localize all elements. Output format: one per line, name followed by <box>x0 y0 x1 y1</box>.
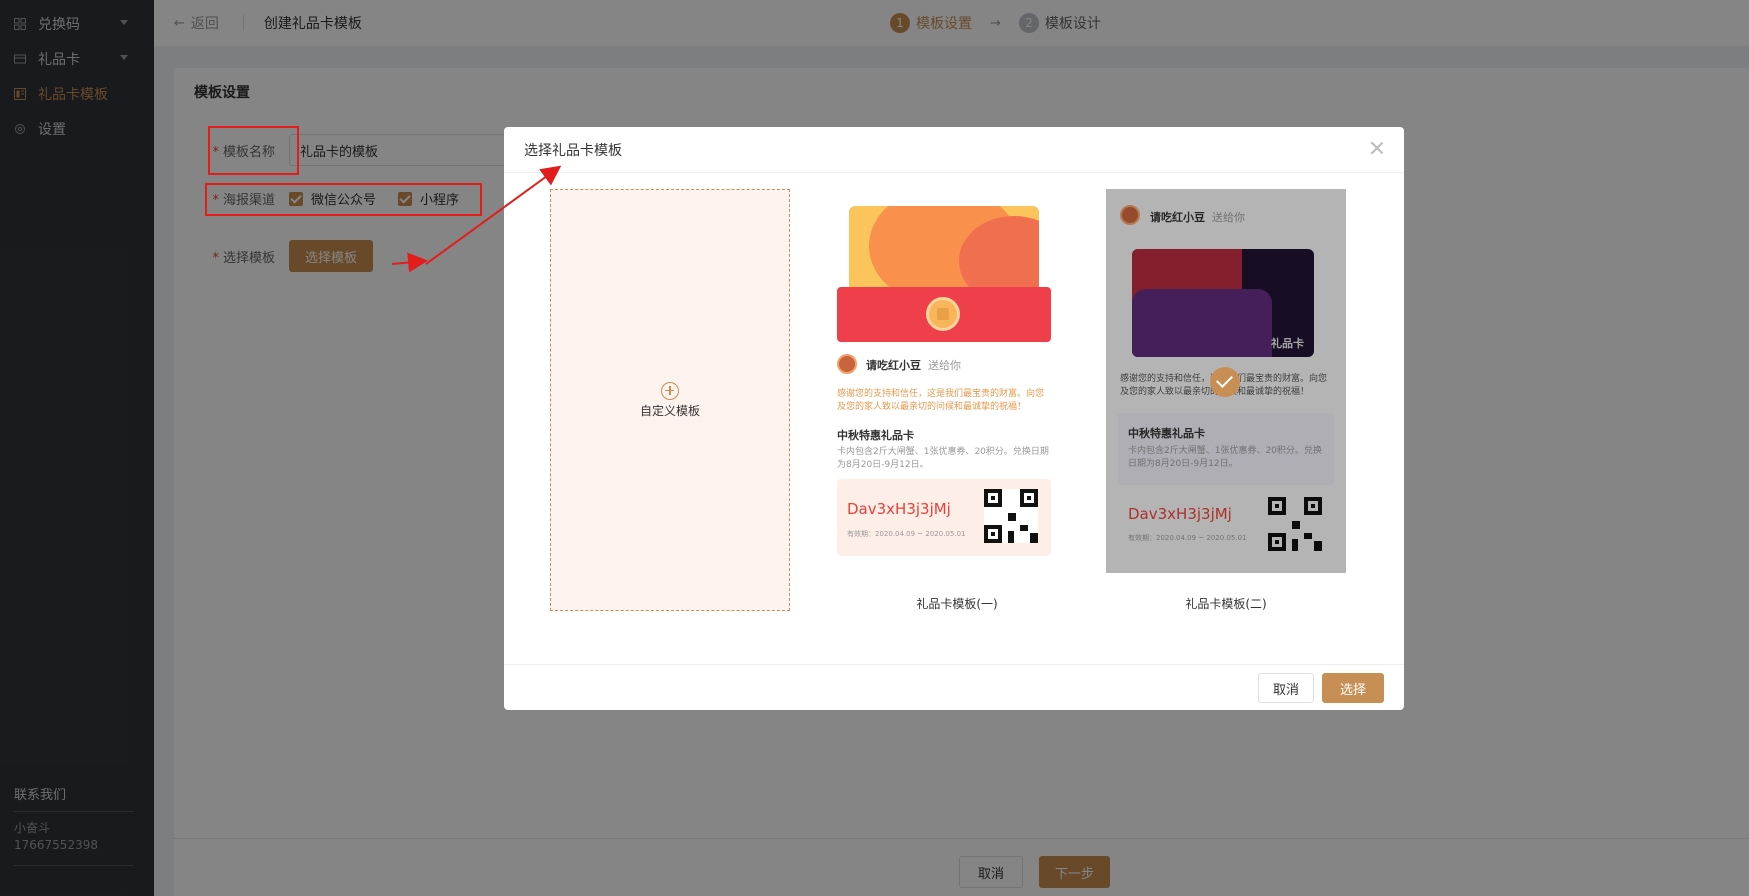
dialog-cancel-button[interactable]: 取消 <box>1257 673 1314 703</box>
template-card-2[interactable]: 请吃红小豆 送给你 礼品卡 感谢您的支持和信任，这是我们最宝贵的财富。向您及您的… <box>1106 189 1346 573</box>
card-title: 中秋特惠礼品卡 <box>837 429 914 442</box>
validity-period: 有效期：2020.04.09 ~ 2020.05.01 <box>847 530 966 538</box>
plus-circle-icon <box>661 381 679 400</box>
check-icon <box>1210 367 1240 397</box>
dialog-footer: 取消 选择 <box>504 664 1404 710</box>
qr-dot <box>1008 531 1014 543</box>
coin-icon <box>926 297 960 331</box>
annotation-box-poster-channel <box>205 183 482 216</box>
qr-dot <box>1008 513 1016 521</box>
sender-name: 请吃红小豆 <box>866 359 921 372</box>
dialog-select-button[interactable]: 选择 <box>1321 673 1384 703</box>
template-card-1[interactable]: 请吃红小豆 送给你 感谢您的支持和信任，这是我们最宝贵的财富。向您及您的家人致以… <box>837 189 1077 573</box>
qr-finder <box>1020 489 1038 507</box>
qr-dot <box>1030 533 1038 543</box>
card-artwork <box>849 206 1039 296</box>
send-text: 送给你 <box>928 359 961 372</box>
qr-dot <box>1020 525 1028 531</box>
template-name-2: 礼品卡模板(二) <box>1185 597 1267 611</box>
greeting-message: 感谢您的支持和信任，这是我们最宝贵的财富。向您及您的家人致以最亲切的问候和最诚挚… <box>837 389 1045 412</box>
annotation-box-template-name <box>208 126 299 175</box>
dialog-header: 选择礼品卡模板 <box>504 127 1404 173</box>
avatar <box>837 354 857 374</box>
template-name-1: 礼品卡模板(一) <box>916 597 998 611</box>
custom-template-label: 自定义模板 <box>639 403 700 418</box>
qr-code-icon <box>984 489 1038 543</box>
redeem-code: Dav3xH3j3jMj <box>847 500 951 518</box>
card-description: 卡内包含2斤大闸蟹、1张优惠券、20积分。兑换日期为8月20日-9月12日。 <box>837 447 1049 470</box>
select-template-dialog: 选择礼品卡模板 自定义模板 请吃红小豆 送给你 感谢您的支持和信任，这是我们最宝… <box>504 127 1404 710</box>
qr-finder <box>984 525 1002 543</box>
close-icon[interactable] <box>1370 141 1384 155</box>
custom-template-option[interactable]: 自定义模板 <box>550 189 790 611</box>
qr-finder <box>984 489 1002 507</box>
dialog-title: 选择礼品卡模板 <box>524 142 622 159</box>
